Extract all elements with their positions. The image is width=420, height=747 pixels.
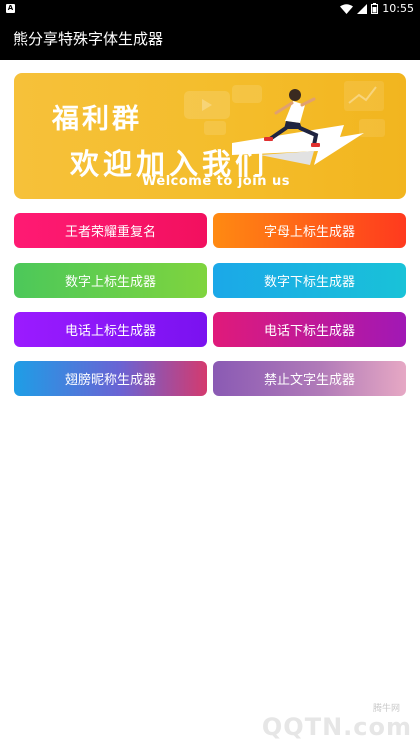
banner-title: 福利群 [52,104,142,135]
phone-subscript-button[interactable]: 电话下标生成器 [213,312,406,347]
status-bar: A 10:55 [0,0,420,17]
letter-superscript-button[interactable]: 字母上标生成器 [213,213,406,248]
number-subscript-button[interactable]: 数字下标生成器 [213,263,406,298]
phone-superscript-button[interactable]: 电话上标生成器 [14,312,207,347]
android-notification-icon: A [6,4,15,13]
wifi-icon [340,3,354,14]
status-time: 10:55 [382,2,414,15]
status-left: A [6,4,15,13]
number-superscript-button[interactable]: 数字上标生成器 [14,263,207,298]
king-glory-duplicate-name-button[interactable]: 王者荣耀重复名 [14,213,207,248]
watermark: 腾牛网 QQTN.com [247,701,412,741]
wing-nickname-button[interactable]: 翅膀昵称生成器 [14,361,207,396]
forbidden-text-button[interactable]: 禁止文字生成器 [213,361,406,396]
banner-subtitle: Welcome to join us [142,174,290,189]
app-bar: 熊分享特殊字体生成器 [0,17,420,60]
signal-icon [357,3,368,14]
banner[interactable]: 福利群 欢迎加入我们 Welcome to join us [14,73,406,199]
watermark-logo-text: QQTN.com [261,713,412,741]
battery-icon [371,3,379,14]
app-title: 熊分享特殊字体生成器 [13,30,164,48]
status-right: 10:55 [340,2,414,15]
